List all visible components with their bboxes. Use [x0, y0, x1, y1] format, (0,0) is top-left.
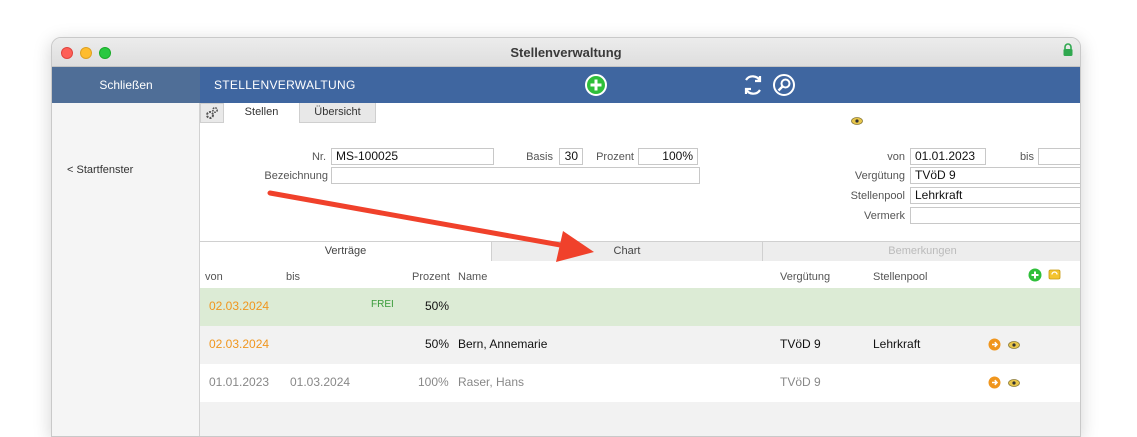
vermerk-label: Vermerk — [864, 210, 905, 222]
tab-stellen[interactable]: Stellen — [231, 103, 292, 123]
toolbar: Schließen STELLENVERWALTUNG — [52, 67, 1080, 103]
search-icon[interactable] — [772, 73, 796, 97]
row-von: 01.01.2023 — [209, 375, 270, 389]
col-verguetung: Vergütung — [780, 271, 831, 283]
gear-icon — [206, 106, 219, 119]
col-prozent: Prozent — [412, 271, 450, 283]
title-bar: Stellenverwaltung — [52, 38, 1080, 67]
row-von: 02.03.2024 — [209, 299, 270, 313]
start-window-link[interactable]: < Startfenster — [67, 164, 133, 176]
basis-label: Basis — [526, 151, 553, 163]
arrow-right-circle-icon[interactable] — [988, 376, 1001, 389]
table-empty-area — [200, 402, 1080, 436]
arrow-right-circle-icon[interactable] — [988, 338, 1001, 351]
row-von: 02.03.2024 — [209, 337, 270, 351]
main-panel: Stellen Übersicht Nr. MS-100025 Basis 30… — [200, 103, 1080, 436]
row-stellenpool: Lehrkraft — [873, 337, 921, 351]
eye-icon[interactable] — [851, 117, 863, 125]
eye-icon[interactable] — [1008, 341, 1020, 349]
von-label: von — [887, 151, 905, 163]
prozent-field[interactable]: 100% — [638, 148, 698, 165]
vermerk-field[interactable] — [910, 207, 1080, 224]
row-verguetung: TVöD 9 — [780, 337, 821, 351]
app-title: STELLENVERWALTUNG — [214, 78, 356, 92]
add-circle-icon[interactable] — [1028, 268, 1042, 282]
bezeichnung-label: Bezeichnung — [264, 170, 328, 182]
verguetung-label: Vergütung — [854, 170, 905, 182]
free-badge: FREI — [371, 299, 394, 310]
von-field[interactable]: 01.01.2023 — [910, 148, 986, 165]
app-window: Stellenverwaltung Schließen STELLENVERWA… — [51, 37, 1081, 437]
row-prozent: 50% — [425, 299, 450, 313]
verguetung-field[interactable]: TVöD 9 — [910, 167, 1080, 184]
tab-bemerkungen[interactable]: Bemerkungen — [763, 242, 1080, 261]
lower-tab-bar: Verträge Chart Bemerkungen — [200, 241, 1080, 261]
table-row[interactable]: 02.03.2024 50% Bern, Annemarie TVöD 9 Le… — [200, 326, 1080, 364]
tab-uebersicht[interactable]: Übersicht — [299, 103, 376, 123]
stellenpool-label: Stellenpool — [850, 190, 905, 202]
window-title: Stellenverwaltung — [510, 45, 622, 60]
row-prozent: 100% — [418, 375, 449, 389]
col-von: von — [205, 271, 223, 283]
stellenpool-field[interactable]: Lehrkraft — [910, 187, 1080, 204]
col-stellenpool: Stellenpool — [873, 271, 928, 283]
basis-field[interactable]: 30 — [559, 148, 583, 165]
lock-icon — [1063, 43, 1073, 56]
tab-chart[interactable]: Chart — [491, 242, 763, 261]
add-circle-icon[interactable] — [584, 73, 608, 97]
row-name: Bern, Annemarie — [458, 337, 548, 351]
row-verguetung: TVöD 9 — [780, 375, 821, 389]
bis-label: bis — [1019, 151, 1034, 163]
nr-label: Nr. — [311, 151, 326, 163]
row-name: Raser, Hans — [458, 375, 525, 389]
bezeichnung-field[interactable] — [331, 167, 700, 184]
settings-button[interactable] — [200, 103, 224, 123]
refresh-icon[interactable] — [741, 73, 765, 97]
prozent-label: Prozent — [596, 151, 634, 163]
eye-icon[interactable] — [1008, 379, 1020, 387]
col-bis: bis — [286, 271, 301, 283]
col-name: Name — [458, 271, 488, 283]
row-bis: 01.03.2024 — [290, 375, 351, 389]
tab-vertraege[interactable]: Verträge — [200, 242, 491, 261]
nr-field[interactable]: MS-100025 — [331, 148, 494, 165]
sidebar: < Startfenster — [52, 103, 200, 436]
table-row[interactable]: 01.01.2023 01.03.2024 100% Raser, Hans T… — [200, 364, 1080, 402]
folder-icon[interactable] — [1048, 268, 1061, 281]
close-button[interactable]: Schließen — [52, 67, 200, 103]
table-row[interactable]: 02.03.2024 FREI 50% — [200, 288, 1080, 326]
row-prozent: 50% — [425, 337, 450, 351]
bis-field[interactable] — [1038, 148, 1080, 165]
